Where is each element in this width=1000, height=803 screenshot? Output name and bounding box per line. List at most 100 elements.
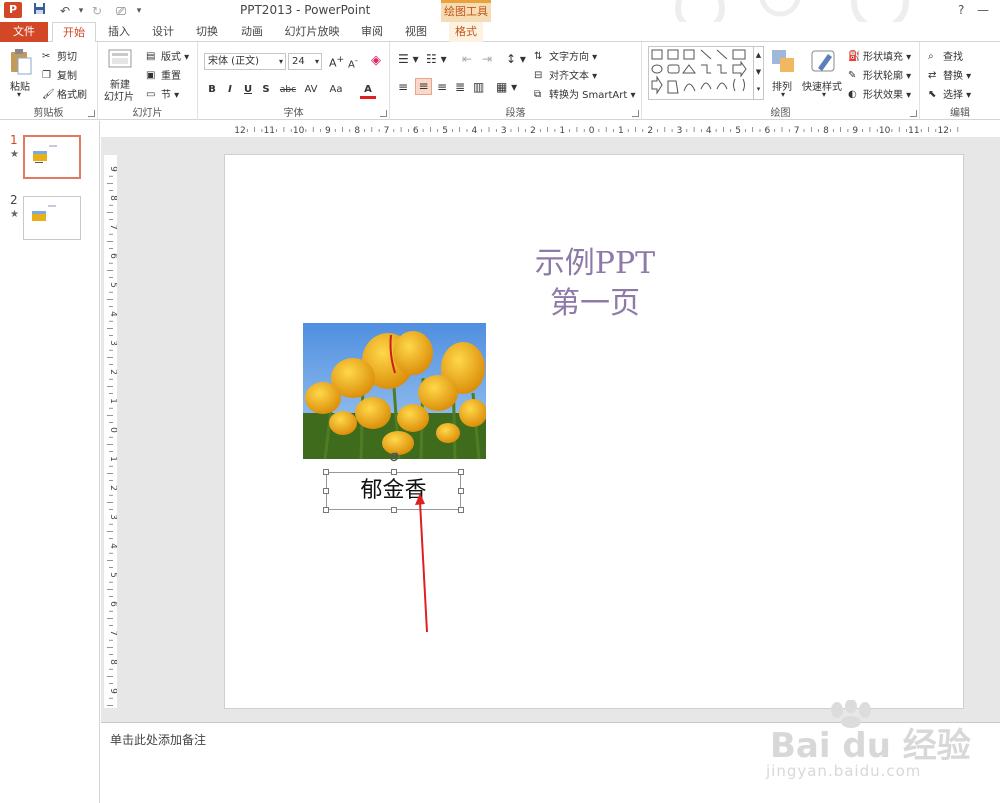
arrange-dropdown-icon[interactable]: ▾ [781, 90, 785, 99]
tulip-picture[interactable] [303, 323, 486, 459]
save-icon[interactable] [30, 2, 48, 20]
select-button[interactable]: ⬉ 选择 ▾ [928, 86, 971, 102]
char-spacing-button[interactable]: AV [300, 82, 322, 98]
resize-handle-bottom-right[interactable] [458, 507, 464, 513]
hruler-label: 8 [823, 126, 829, 136]
hruler-label: 7 [384, 126, 390, 136]
line-spacing-icon[interactable]: ↕ ▾ [506, 52, 526, 66]
tab-insert[interactable]: 插入 [104, 22, 134, 42]
replace-icon: ⇄ [928, 69, 937, 81]
slide-title[interactable]: 示例PPT 第一页 [530, 244, 660, 324]
shapes-gallery[interactable]: ▲ ▼ ▾ [648, 46, 764, 100]
tab-review[interactable]: 审阅 [357, 22, 387, 42]
paragraph-launcher-icon[interactable] [632, 110, 639, 117]
resize-handle-bottom-left[interactable] [323, 507, 329, 513]
minimize-button[interactable]: — [977, 3, 989, 17]
paste-icon[interactable] [8, 48, 36, 76]
increase-indent-icon[interactable]: ⇥ [482, 52, 492, 66]
pencil-icon: ✎ [848, 69, 857, 81]
decrease-indent-icon[interactable]: ⇤ [462, 52, 472, 66]
hruler-label: 9 [852, 126, 858, 136]
tab-home[interactable]: 开始 [52, 22, 96, 43]
copy-button[interactable]: ❐ 复制 [42, 67, 77, 83]
numbering-icon[interactable]: ☷ ▾ [426, 52, 447, 66]
reset-label: 重置 [161, 71, 181, 82]
columns-icon[interactable]: ▦ ▾ [496, 80, 517, 94]
slide-thumbnail-1[interactable] [23, 135, 81, 179]
new-slide-label-2[interactable]: 幻灯片 [104, 88, 134, 103]
hruler-label: 5 [442, 126, 448, 136]
resize-handle-top[interactable] [391, 469, 397, 475]
tab-file[interactable]: 文件 [0, 22, 48, 42]
customize-toolbar-icon[interactable]: ▾ [130, 2, 148, 20]
tab-design[interactable]: 设计 [148, 22, 178, 42]
shape-fill-label: 形状填充 [863, 52, 903, 63]
clear-format-icon[interactable]: ◈ [371, 53, 381, 68]
powerpoint-logo-icon[interactable]: P [4, 2, 22, 18]
format-painter-button[interactable]: 🖌 格式刷 [42, 86, 87, 102]
shape-outline-button[interactable]: ✎ 形状轮廓 ▾ [848, 67, 911, 83]
text-direction-button[interactable]: ⇅ 文字方向 ▾ [534, 48, 597, 64]
bullets-icon[interactable]: ☰ ▾ [398, 52, 419, 66]
shrink-font-icon[interactable]: A- [348, 55, 358, 70]
shadow-button[interactable]: S [258, 82, 274, 98]
quick-styles-dropdown-icon[interactable]: ▾ [822, 90, 826, 99]
distributed-icon[interactable]: ▥ [473, 80, 484, 94]
start-slideshow-icon[interactable]: ⎚ [112, 2, 130, 20]
vruler-label: 7 [108, 630, 117, 636]
underline-button[interactable]: U [240, 82, 256, 98]
font-launcher-icon[interactable] [380, 110, 387, 117]
find-button[interactable]: ⌕ 查找 [928, 48, 963, 64]
tab-view[interactable]: 视图 [401, 22, 431, 42]
slide-thumbnail-2[interactable] [23, 196, 81, 240]
slide-thumbnails-pane: 1 ★ 2 ★ [0, 121, 100, 803]
reset-button[interactable]: ▣ 重置 [146, 67, 181, 83]
window-title: PPT2013 - PowerPoint [240, 3, 371, 17]
convert-smartart-button[interactable]: ⧉ 转换为 SmartArt ▾ [534, 86, 636, 102]
arrange-icon[interactable] [770, 48, 798, 76]
drawing-launcher-icon[interactable] [910, 110, 917, 117]
shape-effects-button[interactable]: ◐ 形状效果 ▾ [848, 86, 911, 102]
italic-button[interactable]: I [222, 82, 238, 98]
tab-animations[interactable]: 动画 [237, 22, 267, 42]
new-slide-icon[interactable] [108, 47, 136, 75]
redo-icon[interactable]: ↻ [88, 2, 106, 20]
watermark-logo-text: Bai du 经验 [770, 726, 971, 766]
clipboard-launcher-icon[interactable] [88, 110, 95, 117]
tab-slideshow[interactable]: 幻灯片放映 [283, 22, 341, 42]
paste-dropdown-icon[interactable]: ▾ [17, 90, 21, 99]
change-case-button[interactable]: Aa [325, 82, 347, 98]
tab-format[interactable]: 格式 [449, 22, 483, 42]
resize-handle-top-left[interactable] [323, 469, 329, 475]
justify-icon[interactable]: ≣ [455, 80, 465, 94]
caption-textbox[interactable]: 郁金香 [326, 472, 461, 510]
tab-transitions[interactable]: 切换 [192, 22, 222, 42]
rotate-handle-icon[interactable] [389, 452, 399, 462]
align-left-icon[interactable]: ≡ [398, 80, 408, 94]
bold-button[interactable]: B [204, 82, 220, 98]
section-button[interactable]: ▭ 节 ▾ [146, 86, 179, 102]
quick-styles-icon[interactable] [810, 48, 838, 76]
align-text-button[interactable]: ⊟ 对齐文本 ▾ [534, 67, 597, 83]
red-annotation-arrow [415, 493, 428, 633]
font-size-select[interactable]: 24 ▾ [288, 53, 322, 70]
tulip-picture-image [303, 323, 486, 459]
align-center-icon[interactable]: ≡ [415, 78, 432, 95]
layout-button[interactable]: ▤ 版式 ▾ [146, 48, 189, 64]
resize-handle-left[interactable] [323, 488, 329, 494]
align-right-icon[interactable]: ≡ [437, 80, 447, 94]
resize-handle-top-right[interactable] [458, 469, 464, 475]
group-label-paragraph: 段落 [505, 108, 526, 119]
font-name-select[interactable]: 宋体 (正文) ▾ [204, 53, 286, 70]
shape-fill-button[interactable]: ⛽ 形状填充 ▾ [848, 48, 911, 64]
resize-handle-bottom[interactable] [391, 507, 397, 513]
font-color-button[interactable]: A [360, 82, 376, 99]
hruler-label: 3 [677, 126, 683, 136]
replace-button[interactable]: ⇄ 替换 ▾ [928, 67, 971, 83]
grow-font-icon[interactable]: A+ [329, 54, 344, 70]
cut-button[interactable]: ✂ 剪切 [42, 48, 77, 64]
resize-handle-right[interactable] [458, 488, 464, 494]
hruler-label: 4 [706, 126, 712, 136]
strikethrough-button[interactable]: abc [278, 82, 298, 98]
shapes-gallery-scroll[interactable]: ▲ ▼ ▾ [753, 47, 763, 99]
